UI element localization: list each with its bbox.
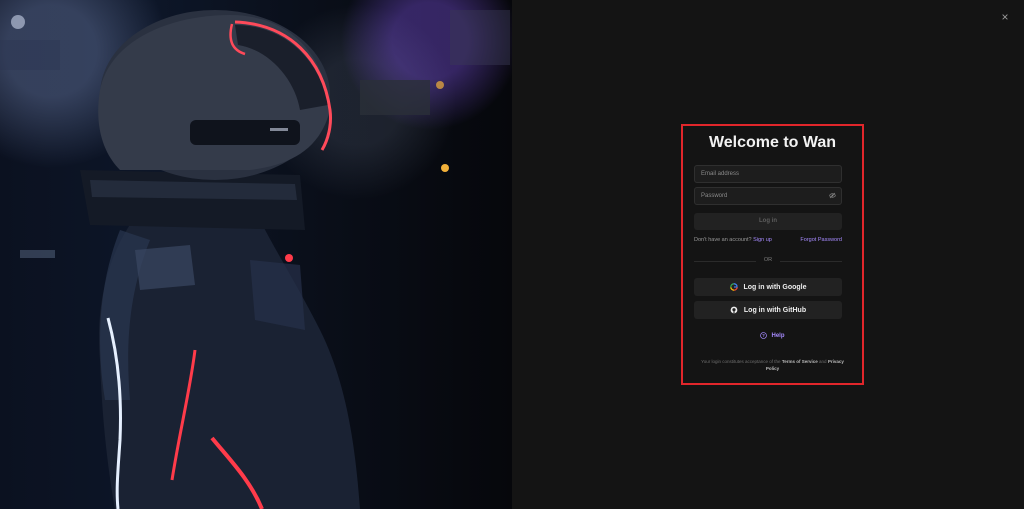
github-button-label: Log in with GitHub xyxy=(743,306,807,314)
password-field[interactable]: Password xyxy=(694,187,842,205)
github-login-button[interactable]: Log in with GitHub xyxy=(694,301,842,319)
help-icon: ? xyxy=(760,332,768,339)
login-card: Welcome to Wan Email address Password Lo… xyxy=(681,124,864,385)
email-field[interactable]: Email address xyxy=(694,165,842,183)
terms-of-service-link[interactable]: Terms of Service xyxy=(782,359,818,364)
forgot-password-link[interactable]: Forgot Password xyxy=(800,237,842,243)
divider-line xyxy=(780,261,842,262)
google-button-label: Log in with Google xyxy=(743,283,807,291)
or-divider: OR xyxy=(694,257,842,265)
terms-notice: Your login constitutes acceptance of the… xyxy=(695,359,850,372)
terms-prefix: Your login constitutes acceptance of the xyxy=(701,359,781,364)
login-button[interactable]: Log in xyxy=(694,213,842,230)
signup-row: Don't have an account? Sign up Forgot Pa… xyxy=(694,237,842,243)
divider-line xyxy=(694,261,756,262)
terms-and: and xyxy=(819,359,827,364)
astronaut-artwork xyxy=(0,10,510,509)
google-login-button[interactable]: Log in with Google xyxy=(694,278,842,296)
google-icon xyxy=(729,283,738,291)
svg-text:?: ? xyxy=(763,333,766,338)
help-link[interactable]: ? Help xyxy=(683,332,862,339)
or-text: OR xyxy=(763,257,773,263)
password-placeholder: Password xyxy=(701,193,728,199)
email-placeholder: Email address xyxy=(701,171,740,177)
eye-off-icon[interactable] xyxy=(829,192,836,199)
no-account-text: Don't have an account? xyxy=(694,237,752,243)
page-title: Welcome to Wan xyxy=(708,134,837,151)
github-icon xyxy=(730,306,738,314)
close-icon: × xyxy=(1001,10,1009,24)
help-label: Help xyxy=(771,332,785,339)
signup-link[interactable]: Sign up xyxy=(753,237,772,243)
close-button[interactable]: × xyxy=(998,10,1012,24)
login-panel: × Welcome to Wan Email address Password … xyxy=(512,0,1024,509)
hero-illustration xyxy=(0,0,512,509)
page: × Welcome to Wan Email address Password … xyxy=(0,0,1024,509)
